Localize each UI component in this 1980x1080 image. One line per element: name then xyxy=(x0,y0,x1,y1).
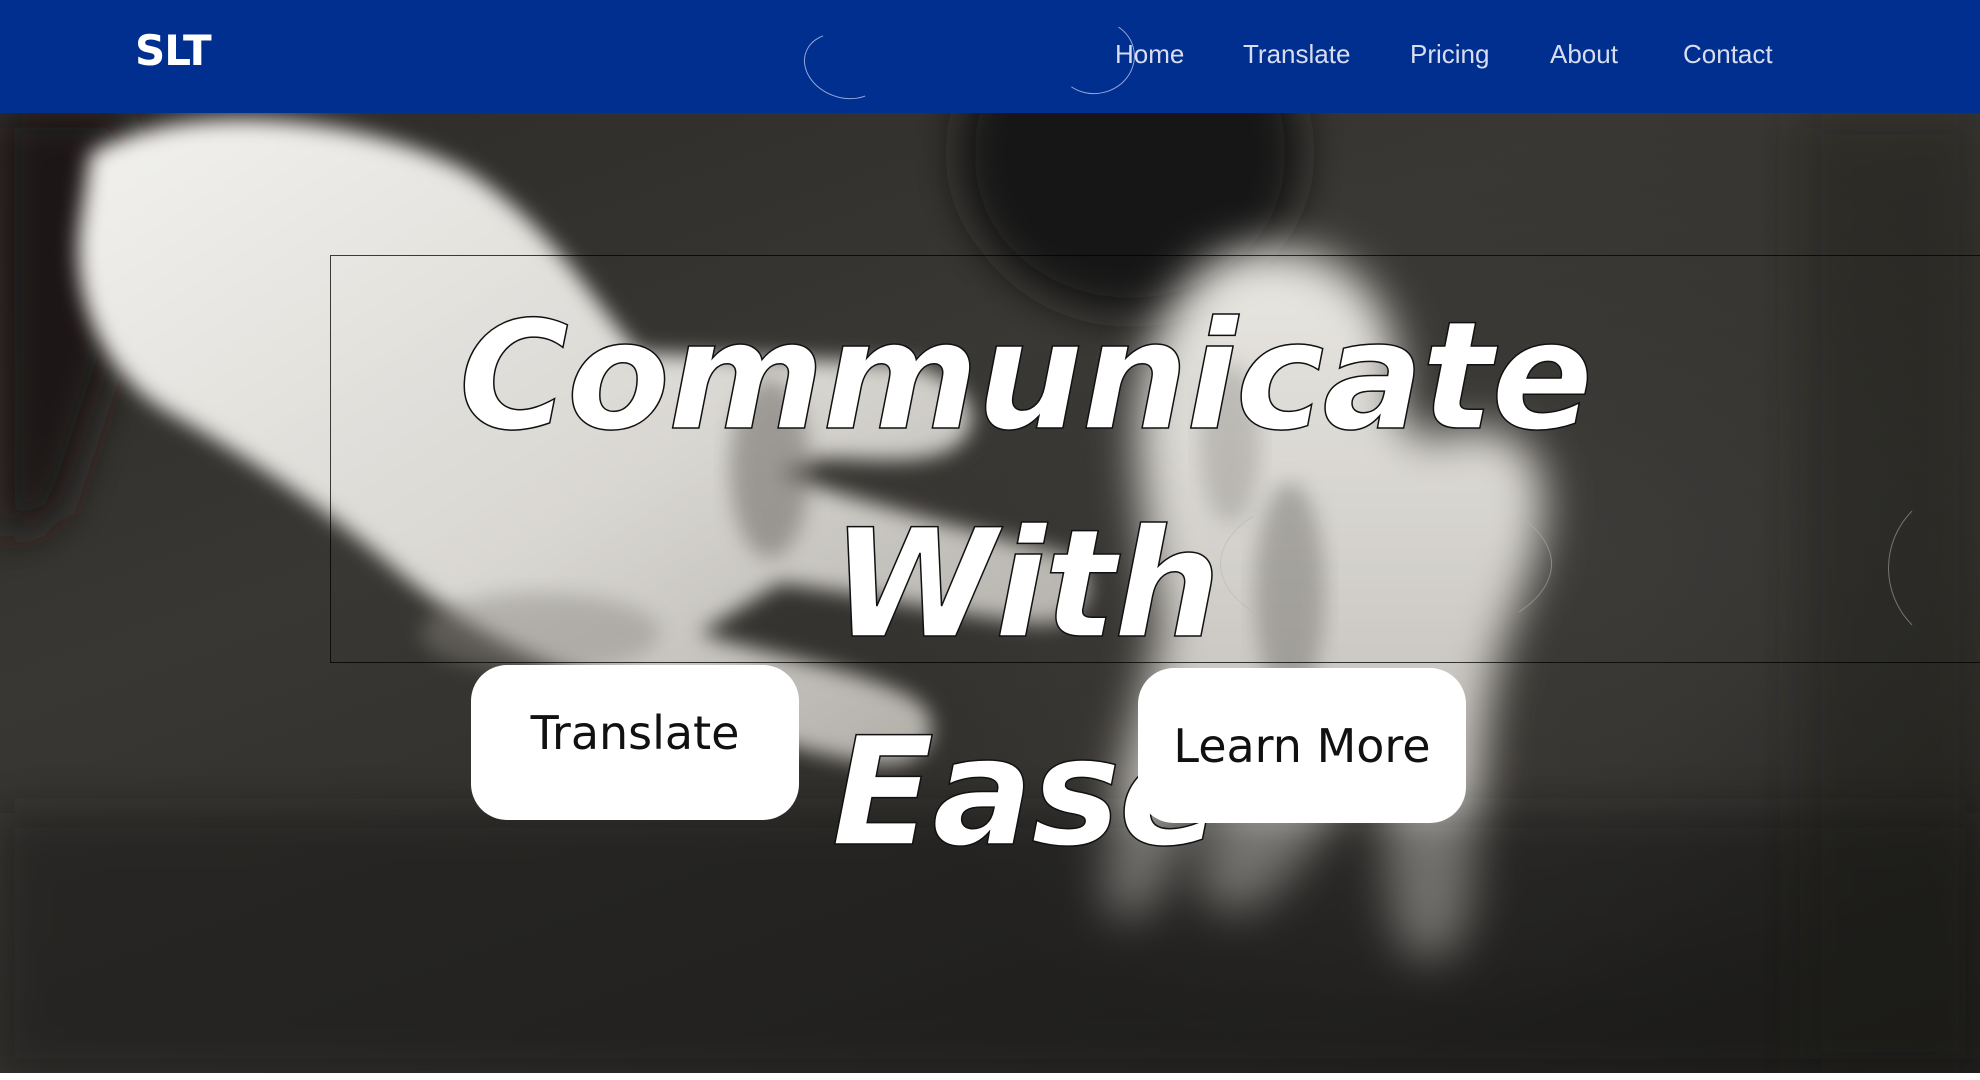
page-bottom-edge xyxy=(0,1073,1980,1080)
decorative-arc xyxy=(794,21,894,111)
headline-line-1: Communicate With xyxy=(458,289,1594,673)
nav-about-link[interactable]: About xyxy=(1550,36,1618,72)
hero-section: Communicate With Ease Translate Learn Mo… xyxy=(0,113,1980,1073)
nav-translate-link[interactable]: Translate xyxy=(1243,36,1350,72)
nav-pricing-link[interactable]: Pricing xyxy=(1410,36,1489,72)
top-navbar: SLT Home Translate Pricing About Contact xyxy=(0,0,1980,113)
translate-button[interactable]: Translate xyxy=(471,665,799,820)
nav-contact-link[interactable]: Contact xyxy=(1683,36,1773,72)
nav-home-link[interactable]: Home xyxy=(1115,36,1184,72)
landing-page: SLT Home Translate Pricing About Contact xyxy=(0,0,1980,1080)
learn-more-button[interactable]: Learn More xyxy=(1138,668,1466,823)
brand-logo[interactable]: SLT xyxy=(135,24,212,78)
